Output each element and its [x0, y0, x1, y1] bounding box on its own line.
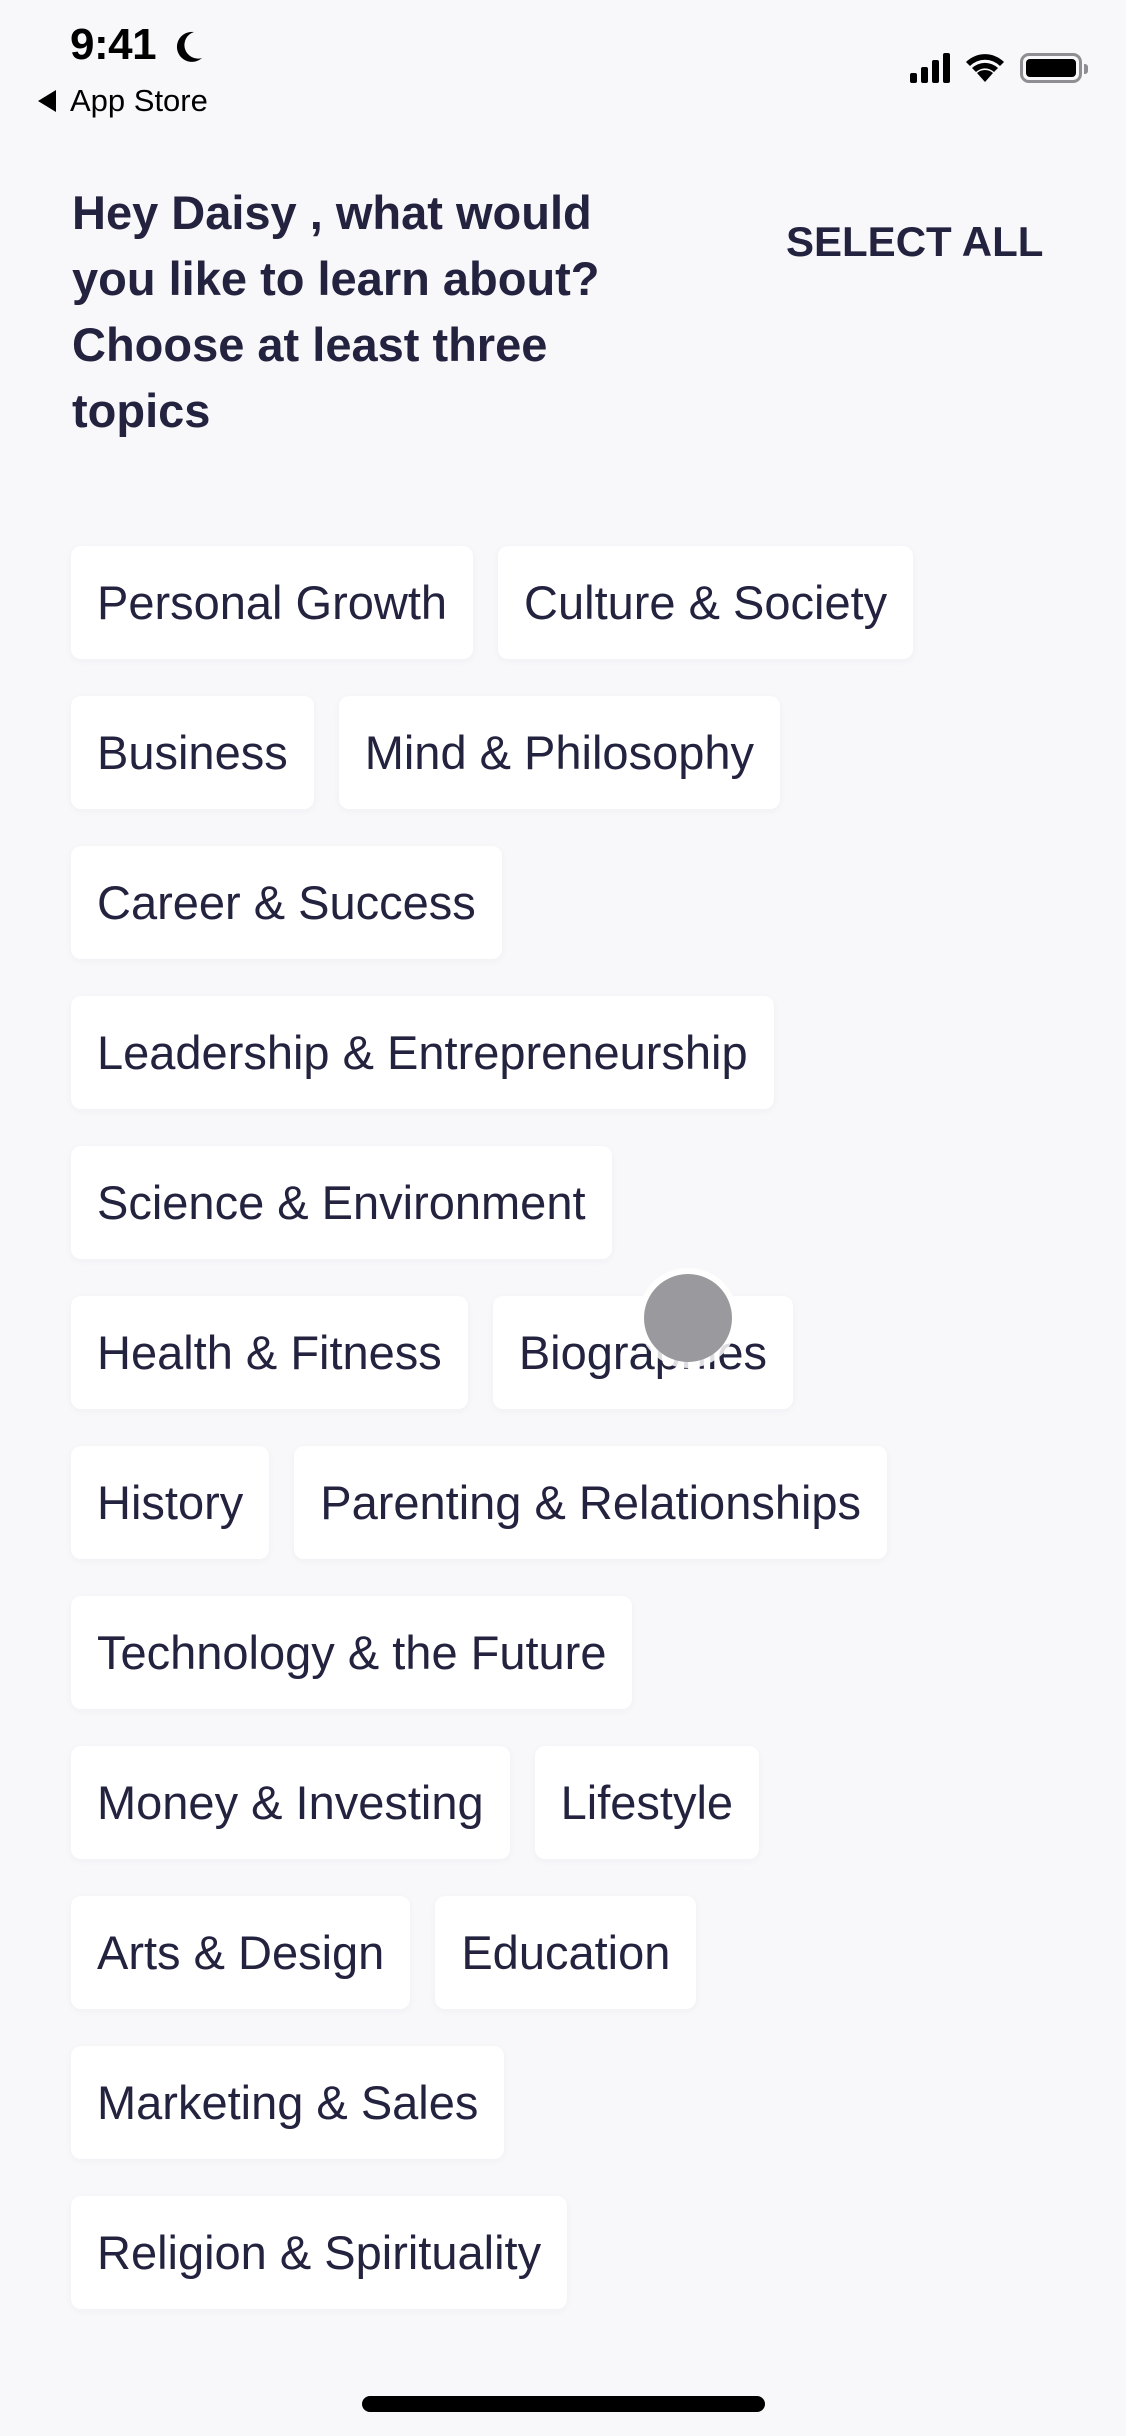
topic-chip[interactable]: Personal Growth — [71, 546, 474, 659]
page-title: Hey Daisy , what would you like to learn… — [72, 186, 600, 437]
topic-row: Technology & the Future — [71, 1596, 1071, 1709]
back-triangle-icon — [38, 90, 56, 112]
back-to-app-store-button[interactable]: App Store — [38, 83, 208, 119]
system-icons — [910, 52, 1088, 84]
topic-row: Health & Fitness Biographies — [71, 1296, 1071, 1409]
topic-row: Business Mind & Philosophy — [71, 696, 1071, 809]
topic-row: Personal Growth Culture & Society — [71, 546, 1071, 659]
topic-chip[interactable]: Science & Environment — [71, 1146, 612, 1259]
topic-chip-list: Personal Growth Culture & Society Business… — [71, 546, 1071, 2346]
status-time: 9:41 — [70, 20, 157, 69]
topic-row: Religion & Spirituality — [71, 2196, 1071, 2309]
topic-row: Science & Environment — [71, 1146, 1071, 1259]
topic-chip[interactable]: Marketing & Sales — [71, 2046, 505, 2159]
topic-chip[interactable]: Leadership & Entrepreneurship — [71, 996, 774, 1109]
topic-chip[interactable]: Health & Fitness — [71, 1296, 468, 1409]
topic-chip[interactable]: Arts & Design — [71, 1896, 411, 2009]
topic-row: History Parenting & Relationships — [71, 1446, 1071, 1559]
back-app-label: App Store — [70, 83, 208, 118]
topic-chip[interactable]: History — [71, 1446, 270, 1559]
cellular-signal-icon — [910, 53, 950, 83]
topic-chip[interactable]: Parenting & Relationships — [294, 1446, 888, 1559]
topic-chip[interactable]: Mind & Philosophy — [338, 696, 780, 809]
wifi-icon — [966, 54, 1004, 82]
topic-chip[interactable]: Education — [435, 1896, 697, 2009]
status-bar: 9:41 App Store — [0, 0, 1126, 130]
select-all-button[interactable]: SELECT ALL — [786, 218, 1043, 266]
topic-chip[interactable]: Technology & the Future — [71, 1596, 633, 1709]
topic-chip[interactable]: Business — [71, 696, 314, 809]
topic-row: Money & Investing Lifestyle — [71, 1746, 1071, 1859]
topic-chip[interactable]: Money & Investing — [71, 1746, 510, 1859]
topic-chip[interactable]: Culture & Society — [498, 546, 914, 659]
moon-icon — [176, 31, 202, 62]
touch-indicator — [644, 1274, 732, 1362]
topic-row: Career & Success — [71, 846, 1071, 959]
battery-icon — [1020, 53, 1088, 83]
topic-row: Marketing & Sales — [71, 2046, 1071, 2159]
topic-row: Arts & Design Education — [71, 1896, 1071, 2009]
topic-chip[interactable]: Biographies — [492, 1296, 794, 1409]
topic-chip[interactable]: Lifestyle — [534, 1746, 760, 1859]
topic-chip[interactable]: Career & Success — [71, 846, 502, 959]
topic-row: Leadership & Entrepreneurship — [71, 996, 1071, 1109]
topic-chip[interactable]: Religion & Spirituality — [71, 2196, 568, 2309]
home-indicator[interactable] — [362, 2396, 765, 2412]
